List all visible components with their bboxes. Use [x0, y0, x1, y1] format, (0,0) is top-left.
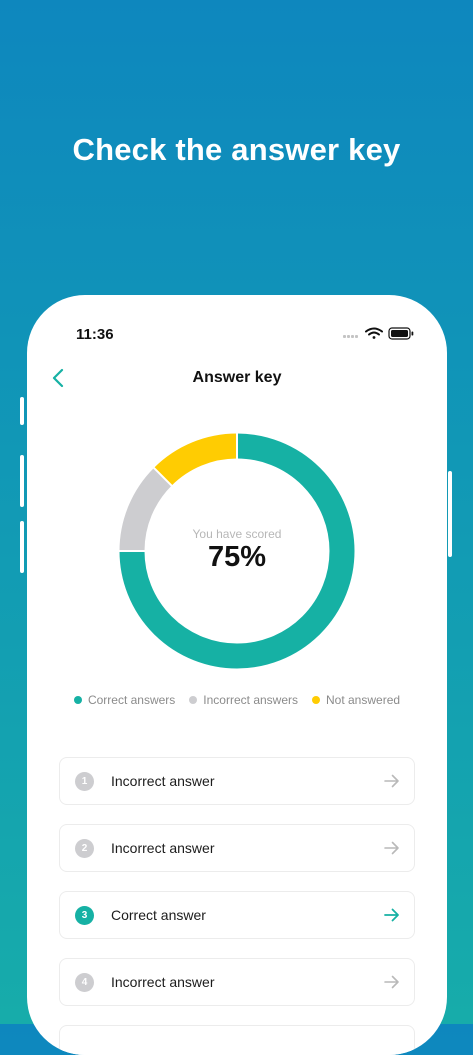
answer-row[interactable]: 4 Incorrect answer — [59, 958, 415, 1006]
legend-dot — [312, 696, 320, 704]
answer-status-label: Incorrect answer — [111, 974, 215, 990]
question-number-badge: 4 — [75, 973, 94, 992]
arrow-right-icon — [384, 908, 399, 922]
legend-label: Not answered — [326, 693, 401, 707]
arrow-right-icon — [384, 975, 399, 989]
phone-side-button — [448, 471, 452, 557]
legend-dot — [73, 696, 82, 704]
question-number-badge: 1 — [75, 772, 94, 791]
arrow-right-icon — [384, 841, 399, 855]
answer-row[interactable]: 3 Correct answer — [59, 891, 415, 939]
chart-legend: Correct answers Incorrect answers Not an… — [27, 693, 447, 707]
wifi-icon — [365, 327, 383, 339]
answer-row[interactable]: 2 Incorrect answer — [59, 824, 415, 872]
promo-title: Check the answer key — [72, 132, 401, 167]
score-caption: You have scored — [192, 527, 282, 541]
answer-row[interactable]: 1 Incorrect answer — [59, 757, 415, 805]
legend-label: Incorrect answers — [203, 693, 298, 707]
answer-status-label: Correct answer — [111, 907, 206, 923]
phone-side-button — [20, 397, 24, 425]
signal-icon — [343, 335, 358, 338]
legend-dot — [189, 696, 198, 704]
phone-side-button — [20, 521, 24, 573]
header: Answer key — [27, 365, 447, 393]
battery-icon — [388, 327, 414, 340]
legend-item-not-answered: Not answered — [312, 693, 400, 707]
score-value: 75% — [207, 541, 267, 573]
arrow-right-icon — [384, 774, 399, 788]
page-title: Answer key — [192, 369, 282, 386]
legend-item-incorrect: Incorrect answers — [189, 693, 298, 707]
phone-side-button — [20, 455, 24, 507]
status-time: 11:36 — [76, 326, 114, 343]
question-number-badge: 2 — [75, 839, 94, 858]
answer-status-label: Incorrect answer — [111, 773, 215, 789]
answer-row-partial[interactable] — [59, 1025, 415, 1055]
answer-list: 1 Incorrect answer 2 Incorrect answer 3 … — [59, 757, 415, 1055]
legend-label: Correct answers — [87, 693, 176, 707]
legend-item-correct: Correct answers — [73, 693, 176, 707]
question-number-badge: 3 — [75, 906, 94, 925]
phone-screen: 11:36 Answer key You have scored 75% Cor… — [27, 295, 447, 1055]
status-icons — [343, 326, 423, 342]
answer-status-label: Incorrect answer — [111, 840, 215, 856]
